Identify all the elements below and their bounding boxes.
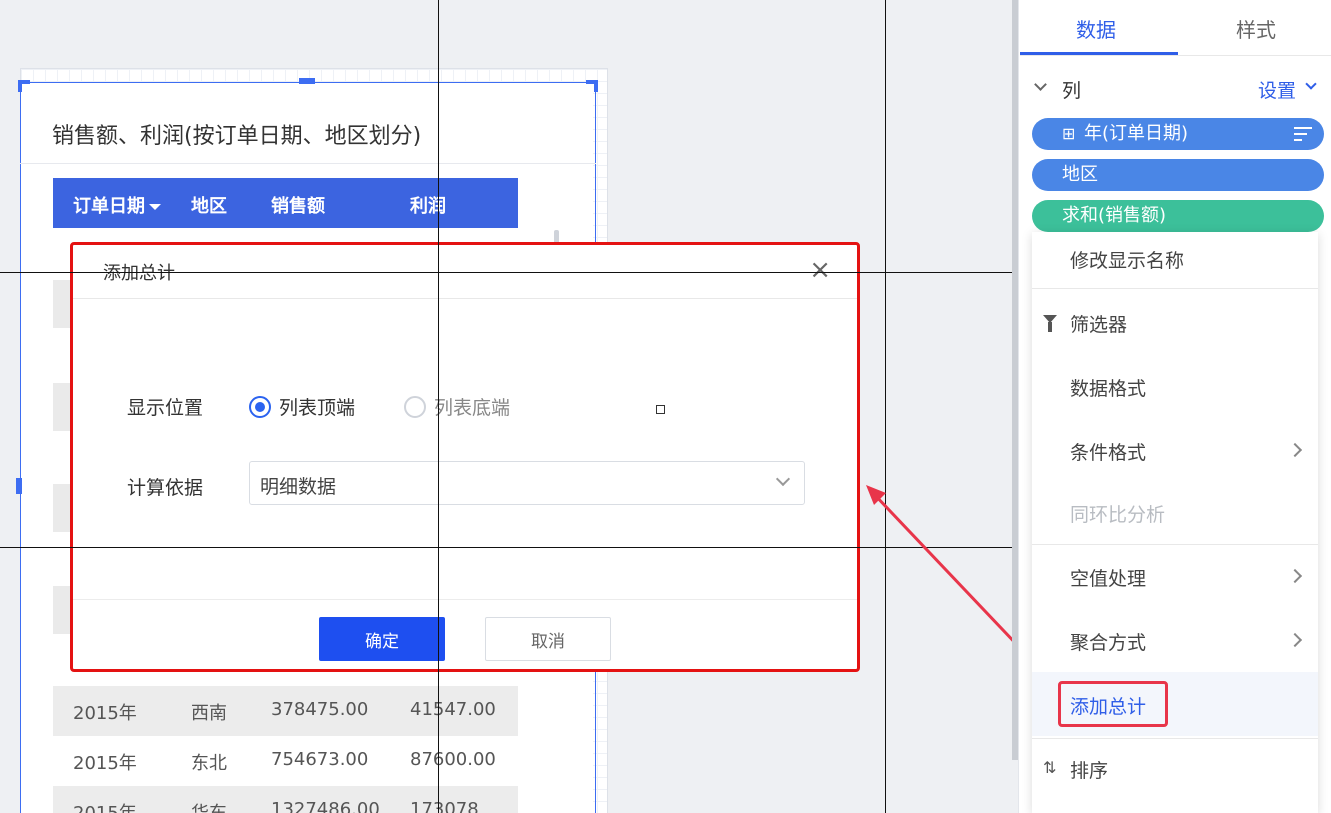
menu-item-rename[interactable]: 修改显示名称 — [1070, 246, 1184, 273]
grid-icon: ⊞ — [1062, 124, 1076, 143]
menu-divider — [1032, 544, 1318, 545]
radio-label: 列表底端 — [434, 397, 511, 419]
menu-divider — [1032, 288, 1318, 289]
cell-region: 华东 — [191, 799, 227, 813]
basis-label: 计算依据 — [127, 477, 204, 499]
radio-list-top[interactable]: 列表顶端 — [249, 393, 355, 420]
basis-select-value: 明细数据 — [260, 476, 337, 498]
field-pill-year[interactable]: ⊞ 年(订单日期) — [1032, 118, 1324, 150]
cell-date: 2015年 — [73, 799, 137, 813]
dialog-footer-divider — [73, 599, 857, 600]
cell-date: 2015年 — [73, 753, 137, 774]
table-row: 2015年 西南 378475.00 41547.00 — [53, 686, 518, 736]
resize-handle-top[interactable] — [299, 78, 315, 84]
radio-label: 列表顶端 — [279, 397, 356, 419]
filter-icon-stem — [1048, 322, 1052, 332]
tab-style[interactable]: 样式 — [1236, 14, 1276, 43]
menu-item-sort[interactable]: 排序 — [1070, 756, 1108, 783]
radio-checked-icon[interactable] — [249, 395, 271, 418]
field-label: 年(订单日期) — [1084, 123, 1189, 144]
resize-handle-top-left-v[interactable] — [18, 80, 22, 92]
settings-link[interactable]: 设置 — [1258, 76, 1296, 103]
position-label: 显示位置 — [127, 397, 204, 419]
annotation-highlight-box — [1058, 681, 1168, 727]
cell-profit: 41547.00 — [410, 699, 496, 720]
cursor-marker — [656, 405, 665, 414]
tab-data[interactable]: 数据 — [1076, 14, 1116, 43]
menu-item-filter[interactable]: 筛选器 — [1070, 310, 1127, 337]
cell-profit: 87600.00 — [410, 749, 496, 770]
columns-section-title: 列 — [1062, 80, 1082, 102]
column-header-region[interactable]: 地区 — [191, 192, 227, 218]
resize-handle-left[interactable] — [16, 478, 22, 494]
confirm-button[interactable]: 确定 — [319, 617, 445, 661]
cell-region: 西南 — [191, 703, 227, 724]
table-row: 2015年 东北 754673.00 87600.00 — [53, 736, 518, 786]
sort-lines-icon[interactable] — [1294, 127, 1312, 145]
sort-icon: ⇅ — [1043, 758, 1057, 777]
menu-item-conditional-format[interactable]: 条件格式 — [1070, 438, 1146, 465]
cell-region: 东北 — [191, 753, 227, 774]
guide-line-vertical — [885, 0, 886, 813]
column-header-sales[interactable]: 销售额 — [271, 192, 325, 218]
report-title: 销售额、利润(按订单日期、地区划分) — [52, 124, 422, 149]
caret-down-icon[interactable] — [149, 204, 161, 210]
menu-divider — [1032, 738, 1318, 739]
field-pill-region[interactable]: 地区 — [1032, 159, 1324, 191]
title-divider — [20, 163, 596, 164]
radio-list-bottom[interactable]: 列表底端 — [404, 393, 510, 420]
guide-line-vertical — [438, 0, 439, 813]
cancel-button[interactable]: 取消 — [485, 617, 611, 661]
close-icon[interactable]: × — [809, 255, 831, 285]
menu-item-data-format[interactable]: 数据格式 — [1070, 374, 1146, 401]
menu-item-yoy-analysis: 同环比分析 — [1070, 504, 1166, 526]
cell-sales: 754673.00 — [271, 749, 369, 770]
cell-date: 2015年 — [73, 703, 137, 724]
cell-sales: 378475.00 — [271, 699, 369, 720]
cell-sales: 1327486.00 — [271, 799, 380, 813]
resize-handle-top-right-v[interactable] — [594, 80, 598, 92]
basis-select[interactable]: 明细数据 — [249, 461, 805, 505]
tab-divider — [1020, 55, 1331, 56]
cell-profit: 173078 — [410, 799, 479, 813]
menu-item-null-handling[interactable]: 空值处理 — [1070, 564, 1146, 591]
field-pill-sales[interactable]: 求和(销售额) — [1032, 200, 1324, 232]
table-row: 2015年 华东 1327486.00 173078 — [53, 786, 518, 813]
table-header: 订单日期 地区 销售额 利润 — [53, 178, 518, 228]
chevron-down-icon — [775, 471, 791, 487]
add-total-dialog: 添加总计 × 显示位置 列表顶端 列表底端 计算依据 明细数据 确定 取消 — [70, 242, 860, 672]
column-header-order-date[interactable]: 订单日期 — [73, 192, 161, 218]
column-header-profit[interactable]: 利润 — [410, 192, 446, 218]
radio-unchecked-icon[interactable] — [404, 395, 426, 418]
menu-item-aggregation[interactable]: 聚合方式 — [1070, 628, 1146, 655]
